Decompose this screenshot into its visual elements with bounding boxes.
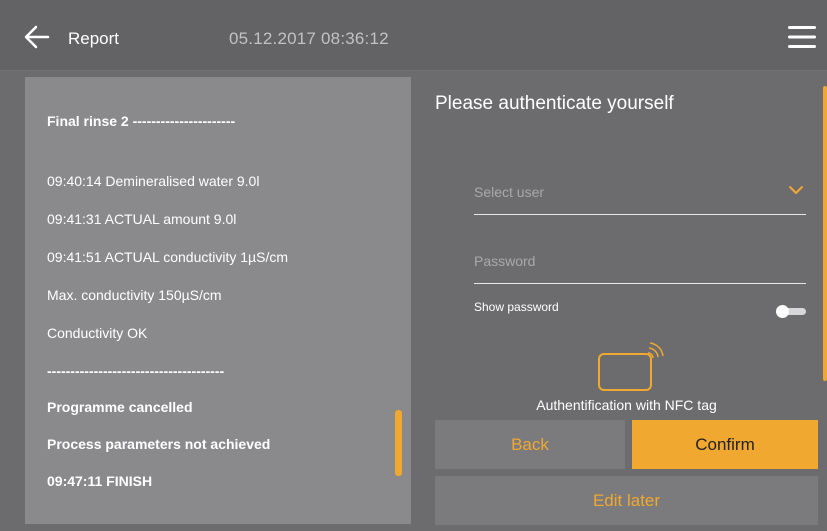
report-line: 09:40:14 Demineralised water 9.0l [47,173,260,189]
report-line: Conductivity OK [47,325,148,341]
auth-scrollbar[interactable] [823,86,827,381]
report-line: 09:47:11 FINISH [47,473,153,489]
report-log-panel[interactable]: Final rinse 2 ---------------------- 09:… [25,77,411,524]
password-placeholder: Password [474,253,536,269]
report-line: Max. conductivity 150µS/cm [47,287,222,303]
report-line: 09:41:51 ACTUAL conductivity 1µS/cm [47,249,288,265]
report-separator: -------------------------------------- [47,363,225,379]
page-title: Report [68,29,120,48]
report-line: 09:41:31 ACTUAL amount 9.0l [47,211,237,227]
nfc-tag-icon [598,342,664,391]
nfc-auth-label: Authentification with NFC tag [536,397,717,413]
select-user-placeholder: Select user [474,184,545,200]
header-datetime: 05.12.2017 08:36:12 [229,29,389,48]
back-button[interactable]: Back [435,420,625,469]
hamburger-menu-icon[interactable] [788,25,816,49]
arrow-left-icon[interactable] [24,24,50,50]
confirm-button[interactable]: Confirm [632,420,818,469]
report-line: Final rinse 2 ---------------------- [47,113,236,129]
show-password-toggle[interactable] [776,305,806,318]
chevron-down-icon[interactable] [788,184,804,196]
toggle-knob [776,305,789,318]
edit-later-button[interactable]: Edit later [435,476,818,525]
auth-title: Please authenticate yourself [435,93,674,114]
show-password-label: Show password [474,300,559,314]
report-line: Process parameters not achieved [47,436,271,452]
report-scrollbar[interactable] [395,410,402,476]
select-user-underline [474,214,806,215]
report-line: Programme cancelled [47,399,193,415]
app-header: Report 05.12.2017 08:36:12 [0,0,827,71]
password-underline [474,283,806,284]
